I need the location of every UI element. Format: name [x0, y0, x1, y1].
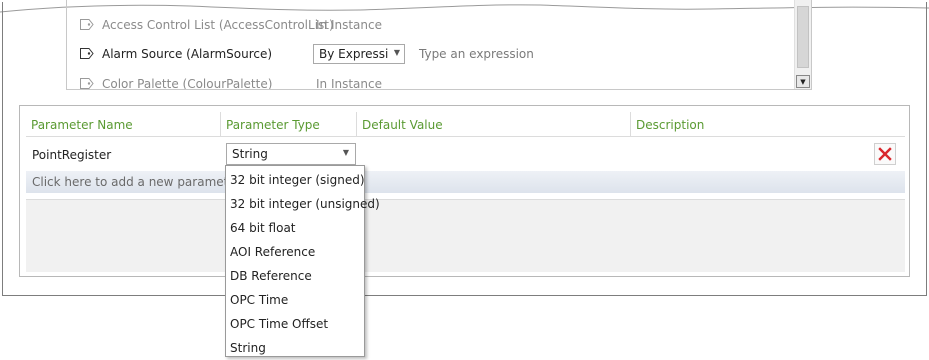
column-header-parameter-type[interactable]: Parameter Type: [221, 112, 357, 136]
dropdown-option[interactable]: 32 bit integer (signed): [226, 168, 365, 192]
select-value: String: [232, 147, 268, 161]
option-label: OPC Time Offset: [230, 317, 329, 331]
property-row-access-control[interactable]: Access Control List (AccessControlList) …: [67, 15, 795, 37]
property-tag-icon: [80, 48, 94, 59]
add-parameter-row[interactable]: Click here to add a new parameter: [26, 171, 905, 193]
property-tag-icon: [80, 19, 94, 30]
delete-x-icon: [878, 147, 892, 161]
grid-header: Parameter Name Parameter Type Default Va…: [26, 112, 905, 137]
column-header-label: Parameter Name: [31, 118, 133, 132]
option-label: 32 bit integer (unsigned): [230, 197, 380, 211]
parameter-type-select[interactable]: String ▼: [226, 143, 356, 165]
dropdown-option[interactable]: OPC Time Offset: [226, 312, 364, 336]
option-label: 32 bit integer (signed): [230, 173, 365, 187]
option-label: 64 bit float: [230, 221, 296, 235]
column-header-default-value[interactable]: Default Value: [357, 112, 631, 136]
parameter-grid: Parameter Name Parameter Type Default Va…: [19, 105, 910, 277]
option-label: OPC Time: [230, 293, 289, 307]
property-name: Alarm Source (AlarmSource): [102, 47, 273, 61]
column-header-label: Default Value: [362, 118, 443, 132]
property-list: Access Control List (AccessControlList) …: [66, 0, 812, 90]
property-row-color-palette[interactable]: Color Palette (ColourPalette) In Instanc…: [67, 74, 795, 90]
dropdown-option[interactable]: 32 bit integer (unsigned): [226, 192, 380, 216]
property-tag-icon: [80, 78, 94, 89]
column-header-label: Parameter Type: [226, 118, 320, 132]
alarm-source-mode-select[interactable]: By Expressic ▼: [313, 44, 405, 64]
expression-input[interactable]: Type an expression: [419, 47, 534, 61]
delete-parameter-button[interactable]: [874, 143, 896, 165]
option-label: DB Reference: [230, 269, 312, 283]
chevron-down-icon: ▼: [342, 148, 349, 157]
option-label: AOI Reference: [230, 245, 316, 259]
property-list-scrollbar[interactable]: ▼: [794, 0, 811, 89]
grid-empty-area: [26, 199, 905, 272]
property-value: In Instance: [316, 77, 382, 90]
parameter-type-dropdown-list: 32 bit integer (signed) 32 bit integer (…: [225, 165, 380, 360]
table-row[interactable]: PointRegister String ▼: [26, 143, 905, 167]
property-name: Color Palette (ColourPalette): [102, 77, 273, 90]
option-label: String: [230, 341, 266, 355]
property-value: In Instance: [316, 18, 382, 32]
dropdown-option[interactable]: AOI Reference: [226, 240, 364, 264]
scroll-down-arrow-icon[interactable]: ▼: [796, 75, 810, 88]
property-row-alarm-source[interactable]: Alarm Source (AlarmSource) By Expressic …: [67, 44, 795, 66]
column-header-description[interactable]: Description: [631, 112, 905, 136]
dropdown-option[interactable]: 64 bit float: [226, 216, 364, 240]
dropdown-option[interactable]: String: [226, 336, 364, 360]
parameter-name-cell[interactable]: PointRegister: [32, 148, 111, 162]
select-value: By Expressic: [319, 47, 389, 61]
dropdown-option[interactable]: DB Reference: [226, 264, 364, 288]
add-parameter-placeholder: Click here to add a new parameter: [32, 175, 241, 189]
scrollbar-thumb[interactable]: [797, 6, 809, 68]
dropdown-option[interactable]: OPC Time: [226, 288, 364, 312]
chevron-down-icon: ▼: [393, 48, 400, 57]
column-header-parameter-name[interactable]: Parameter Name: [26, 112, 221, 136]
property-name: Access Control List (AccessControlList): [102, 18, 334, 32]
column-header-label: Description: [636, 118, 705, 132]
